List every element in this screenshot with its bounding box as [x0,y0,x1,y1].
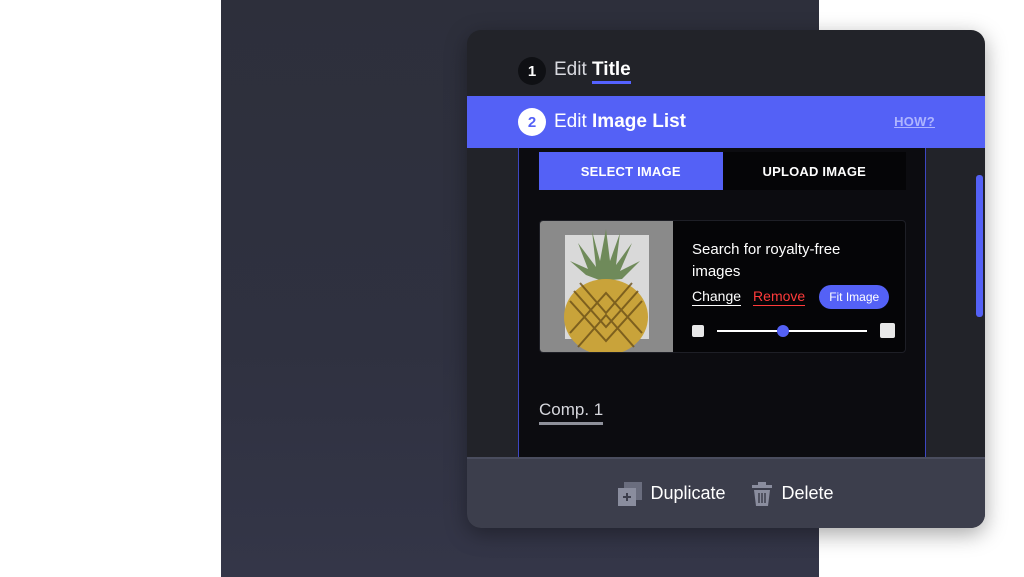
delete-label: Delete [781,483,834,503]
duplicate-button[interactable]: Duplicate [618,481,726,506]
step-edit-title[interactable]: 1 Edit Title [467,30,985,96]
image-list-panel: SELECT IMAGE UPLOAD IMAGE Search for roy… [518,148,926,457]
component-tab[interactable]: Comp. 1 [539,400,604,425]
image-description: Search for royalty-free images [692,241,841,280]
step-1-name: Title [592,59,631,84]
step-2-label: Edit Image List [554,111,686,133]
step-edit-image-list[interactable]: 2 Edit Image List HOW? [467,96,985,148]
duplicate-icon [618,481,643,506]
large-image-icon [880,323,895,338]
how-help-link[interactable]: HOW? [894,114,935,129]
step-number-2: 2 [518,108,546,136]
step-2-name: Image List [592,111,687,132]
image-source-tabs: SELECT IMAGE UPLOAD IMAGE [539,152,906,190]
tab-select-image[interactable]: SELECT IMAGE [539,152,723,190]
trash-icon [751,481,772,506]
tab-upload-image[interactable]: UPLOAD IMAGE [722,152,906,190]
zoom-slider[interactable] [717,325,867,337]
zoom-slider-handle[interactable] [777,325,789,337]
image-item-card: Search for royalty-free images Change Re… [539,220,906,353]
pineapple-image [564,229,648,352]
delete-button[interactable]: Delete [750,481,834,506]
editor-card: 1 Edit Title 2 Edit Image List HOW? SELE… [467,30,985,528]
image-actions: Change Remove Fit Image [692,285,890,309]
remove-image-link[interactable]: Remove [753,288,806,306]
step-1-label: Edit Title [554,59,631,84]
image-thumbnail[interactable] [540,221,673,352]
card-footer: Duplicate Delete [467,457,985,528]
app-backdrop: 1 Edit Title 2 Edit Image List HOW? SELE… [221,0,985,577]
duplicate-label: Duplicate [650,483,726,503]
step-2-prefix: Edit [554,111,587,132]
zoom-control [692,323,895,339]
step-1-prefix: Edit [554,59,587,80]
panel-scrollbar[interactable] [976,175,983,317]
step-number-1: 1 [518,57,546,85]
small-image-icon [692,325,704,337]
change-image-link[interactable]: Change [692,288,742,306]
fit-image-button[interactable]: Fit Image [819,285,890,309]
